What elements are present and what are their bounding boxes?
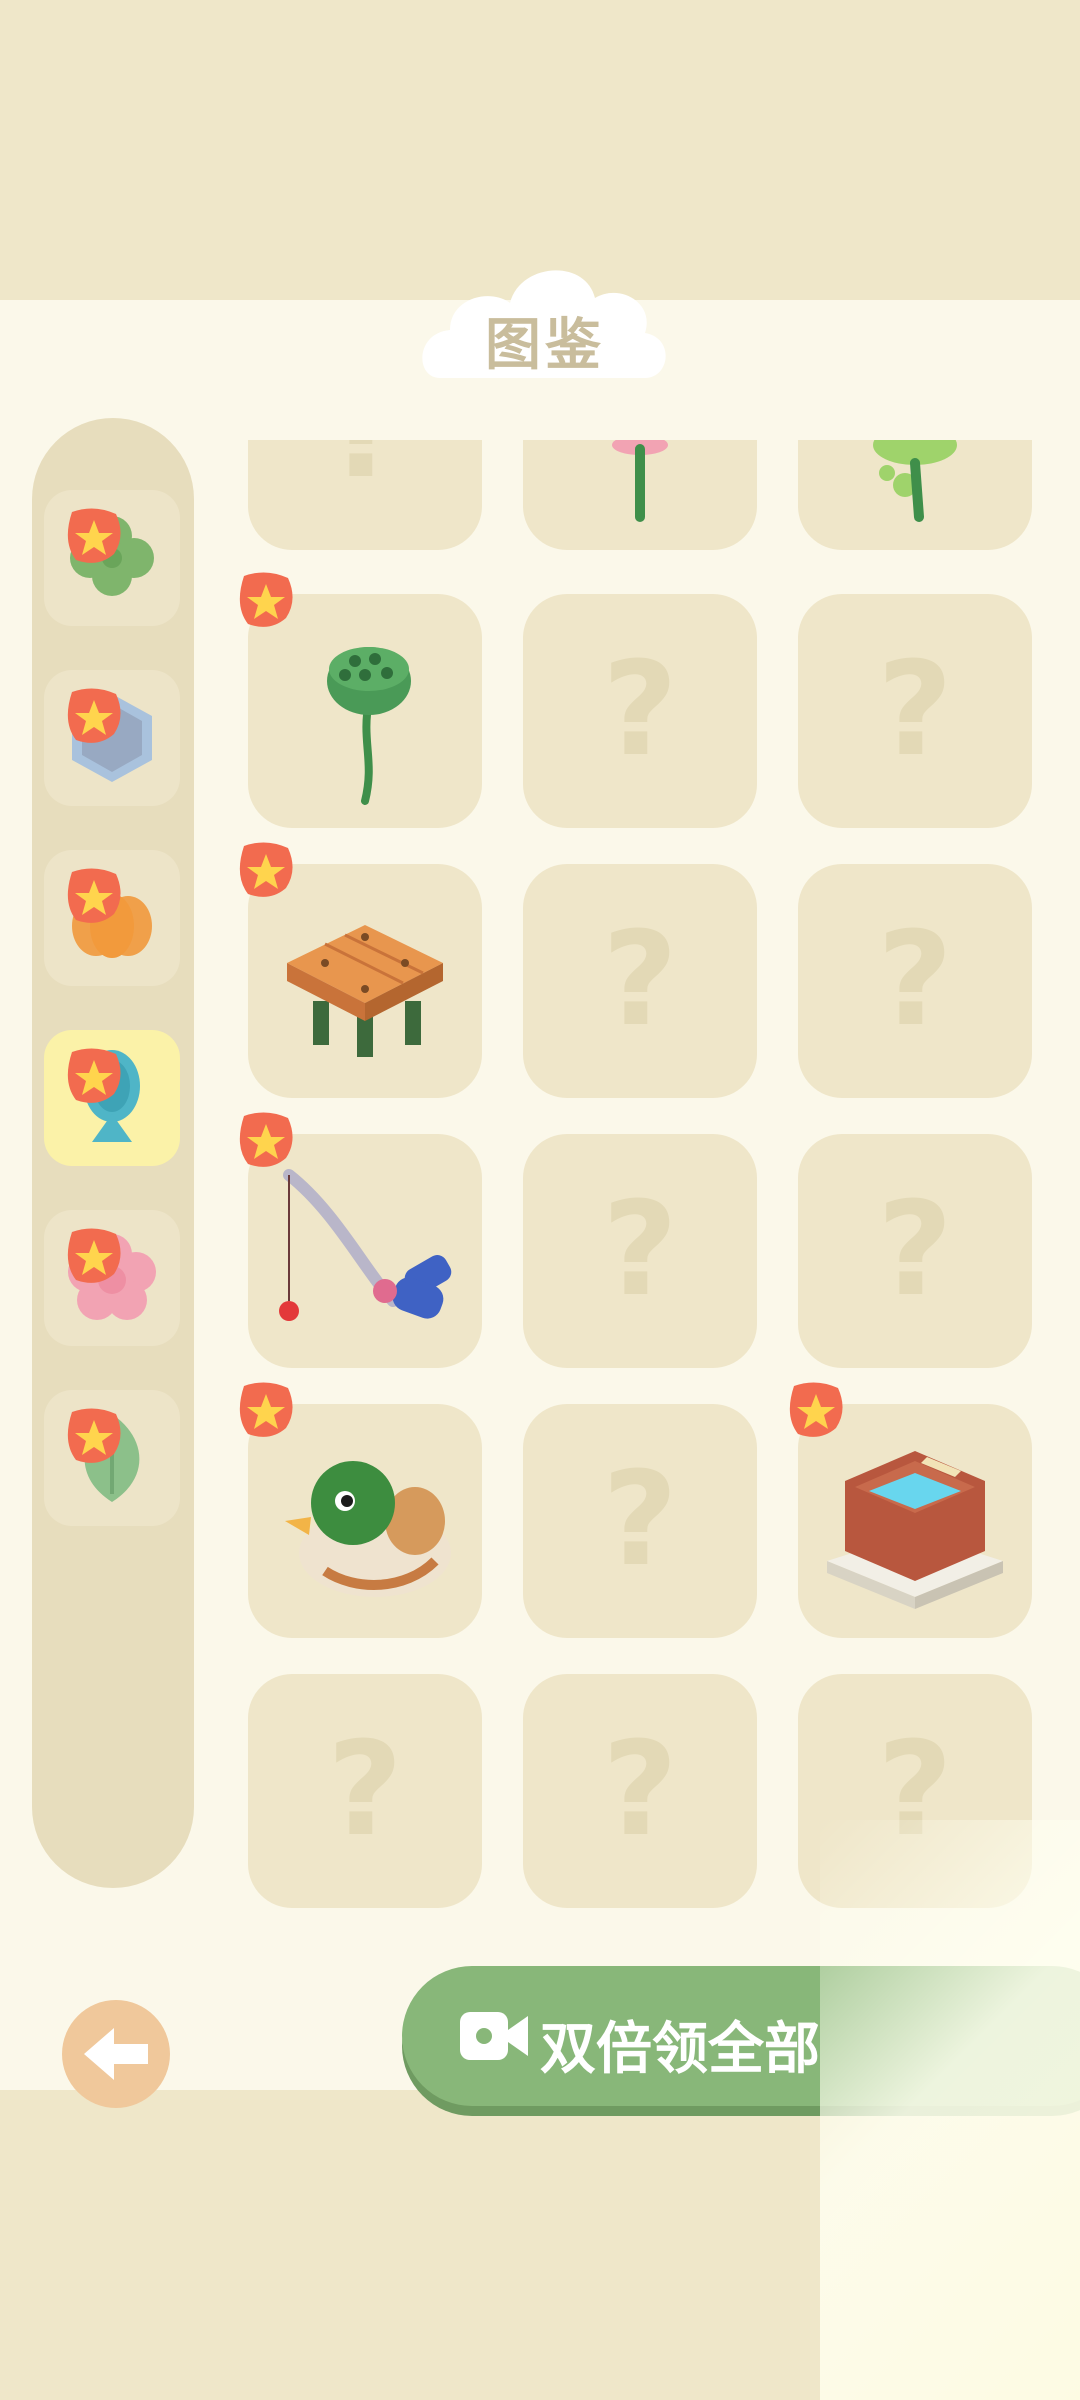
category-flower[interactable]: [44, 1210, 180, 1346]
unknown-mark: ?: [877, 633, 953, 785]
collection-tile-unknown[interactable]: ?: [798, 1134, 1032, 1368]
star-badge-icon: [239, 1382, 293, 1437]
unknown-mark: ?: [602, 903, 678, 1055]
unknown-mark: ?: [248, 440, 482, 506]
collection-tile-unknown[interactable]: ?: [523, 1674, 757, 1908]
wooden-table-icon: [287, 925, 443, 1057]
star-badge-icon: [789, 1382, 843, 1437]
star-badge-icon: [239, 572, 293, 627]
star-badge-icon: [67, 688, 121, 743]
collection-grid: ? ? ? ? ? ? ? ? ? ?: [230, 440, 1050, 1910]
collection-tile-unknown[interactable]: ?: [798, 864, 1032, 1098]
category-fish[interactable]: [44, 1030, 180, 1166]
star-badge-icon: [67, 508, 121, 563]
collection-tile-green-plant-stem[interactable]: [798, 440, 1032, 550]
collection-tile-unknown[interactable]: ?: [523, 594, 757, 828]
collection-tile-unknown[interactable]: ?: [523, 1404, 757, 1638]
fishing-rod-icon: [279, 1169, 452, 1321]
screen-glare: [820, 1820, 1080, 2400]
collection-tile-unknown[interactable]: ?: [523, 1134, 757, 1368]
category-pumpkin[interactable]: [44, 850, 180, 986]
collection-tile-wooden-table[interactable]: [239, 842, 482, 1098]
lotus-seedpod-icon: [327, 647, 411, 805]
arrow-left-icon: [84, 2028, 148, 2080]
category-clover[interactable]: [44, 490, 180, 626]
collection-tile-unknown[interactable]: ?: [798, 594, 1032, 828]
star-badge-icon: [67, 1228, 121, 1283]
star-badge-icon: [67, 1048, 121, 1103]
collection-tile-fishing-rod[interactable]: [239, 1112, 482, 1368]
double-claim-all-label: 双倍领全部: [540, 2017, 820, 2082]
video-camera-icon: [460, 2012, 528, 2060]
collection-tile-unknown[interactable]: ?: [523, 864, 757, 1098]
collection-tile-mallard-duck[interactable]: [239, 1382, 482, 1638]
collection-tile-unknown[interactable]: ?: [248, 1674, 482, 1908]
collection-tile-pink-flower-stem[interactable]: [523, 440, 757, 550]
page-title: 图鉴: [485, 313, 605, 378]
unknown-mark: ?: [877, 1173, 953, 1325]
unknown-mark: ?: [602, 1713, 678, 1865]
category-hexagon-stone[interactable]: [44, 670, 180, 806]
green-plant-stem-icon: [873, 440, 957, 522]
star-badge-icon: [239, 842, 293, 897]
collection-tile-lotus-seedpod[interactable]: [239, 572, 482, 828]
pink-flower-stem-icon: [612, 440, 668, 522]
star-badge-icon: [67, 868, 121, 923]
unknown-mark: ?: [602, 1443, 678, 1595]
unknown-mark: ?: [877, 903, 953, 1055]
unknown-mark: ?: [602, 633, 678, 785]
star-badge-icon: [67, 1408, 121, 1463]
unknown-mark: ?: [602, 1173, 678, 1325]
collection-tile-brick-pool[interactable]: [789, 1382, 1032, 1638]
collection-tile-unknown[interactable]: ?: [248, 440, 482, 550]
category-leaf[interactable]: [44, 1390, 180, 1526]
mallard-duck-icon: [285, 1461, 451, 1597]
unknown-mark: ?: [327, 1713, 403, 1865]
star-badge-icon: [239, 1112, 293, 1167]
back-button[interactable]: [62, 2000, 170, 2108]
brick-pool-icon: [827, 1451, 1003, 1609]
